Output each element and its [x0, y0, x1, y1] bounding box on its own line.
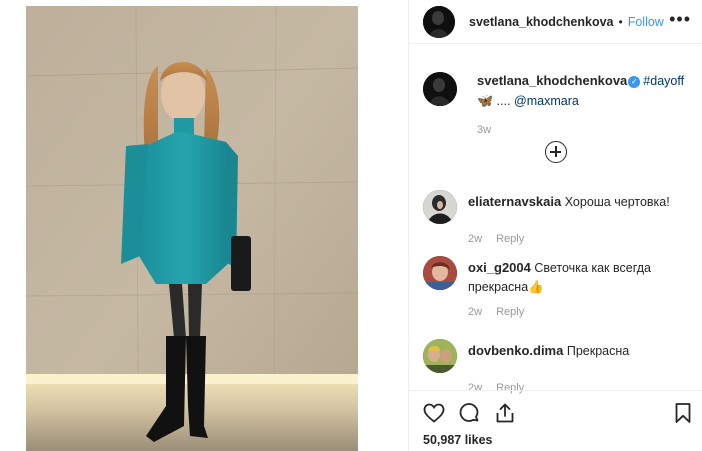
- author-avatar-image: [423, 5, 455, 38]
- caption-avatar-image: [423, 72, 457, 106]
- commenter-avatar[interactable]: [423, 190, 457, 224]
- follow-button[interactable]: Follow: [628, 15, 664, 29]
- commenter-avatar-image: [423, 190, 457, 224]
- comment-item: oxi_g2004 Светочка как всегда прекрасна👍…: [423, 256, 693, 318]
- likes-count[interactable]: 50,987 likes: [423, 433, 493, 447]
- heart-icon[interactable]: [422, 401, 446, 425]
- commenter-avatar[interactable]: [423, 339, 457, 373]
- author-username[interactable]: svetlana_khodchenkova: [469, 15, 614, 29]
- load-more-comments-icon[interactable]: [545, 141, 567, 163]
- comment-username[interactable]: dovbenko.dima: [468, 343, 563, 358]
- comment-username[interactable]: eliaternavskaia: [468, 194, 561, 209]
- comment-username[interactable]: oxi_g2004: [468, 260, 531, 275]
- verified-badge-icon: ✓: [628, 76, 641, 88]
- reply-button[interactable]: Reply: [496, 233, 524, 245]
- comment-icon[interactable]: [457, 401, 481, 425]
- commenter-avatar-image: [423, 339, 457, 373]
- separator-dot: •: [618, 14, 623, 29]
- caption-mention[interactable]: @maxmara: [514, 94, 579, 108]
- bookmark-icon[interactable]: [671, 401, 695, 425]
- caption-hashtag[interactable]: #dayoff: [643, 74, 684, 88]
- butterfly-emoji: 🦋: [477, 93, 494, 108]
- post-photo-image: [26, 6, 358, 451]
- post-photo[interactable]: [26, 6, 358, 451]
- comment-item: dovbenko.dima Прекрасна 2w Reply: [423, 339, 693, 394]
- post-actions: 50,987 likes: [409, 390, 702, 451]
- caption-username[interactable]: svetlana_khodchenkova: [477, 73, 627, 88]
- comment-time[interactable]: 2w: [468, 306, 482, 318]
- left-margin: [0, 0, 26, 451]
- author-avatar[interactable]: [423, 5, 455, 38]
- caption-author-avatar[interactable]: [423, 72, 457, 106]
- caption-time[interactable]: 3w: [477, 121, 684, 140]
- commenter-avatar[interactable]: [423, 256, 457, 290]
- post-header: svetlana_khodchenkova • Follow •••: [409, 0, 702, 44]
- comment-text: Хороша чертовка!: [564, 195, 670, 209]
- caption-text: ....: [493, 94, 515, 108]
- share-icon[interactable]: [493, 401, 517, 425]
- more-options-icon[interactable]: •••: [669, 10, 691, 28]
- commenter-avatar-image: [423, 256, 457, 290]
- post-side-panel: svetlana_khodchenkova • Follow ••• svetl…: [408, 0, 702, 451]
- post-caption: svetlana_khodchenkova ✓ #dayoff 🦋 .... @ma…: [423, 72, 691, 140]
- reply-button[interactable]: Reply: [496, 306, 524, 318]
- comment-item: eliaternavskaia Хороша чертовка! 2w Repl…: [423, 190, 693, 245]
- comment-text: Прекрасна: [566, 344, 630, 358]
- comment-time[interactable]: 2w: [468, 233, 482, 245]
- post-media-area: [26, 0, 408, 451]
